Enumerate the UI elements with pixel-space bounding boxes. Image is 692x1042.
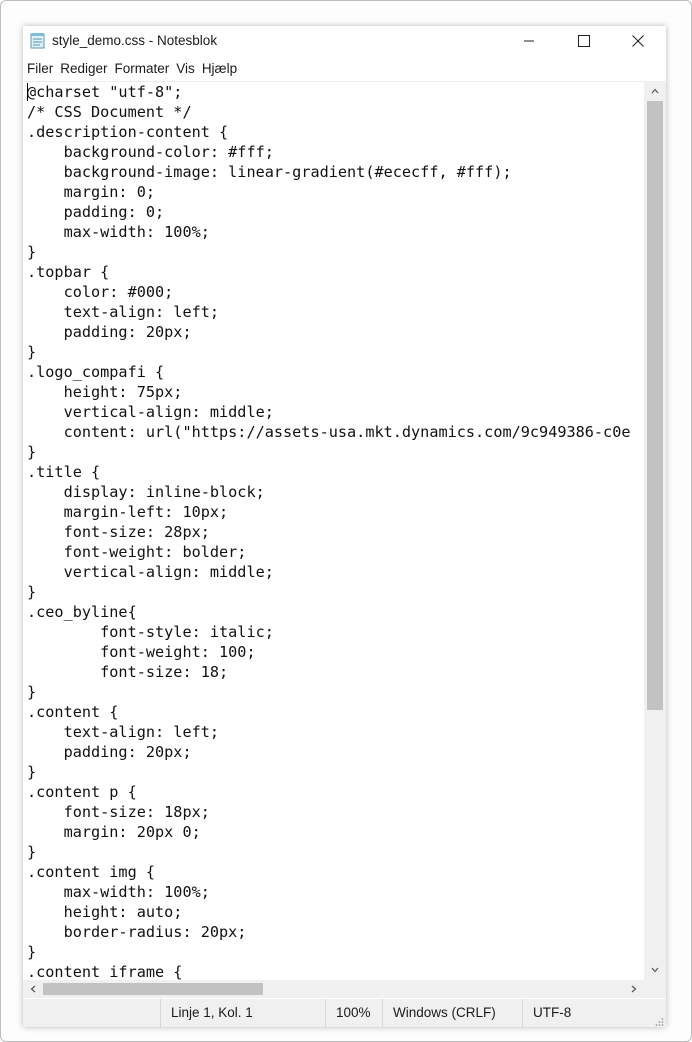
horizontal-scrollbar[interactable] [23, 980, 644, 998]
scroll-up-icon[interactable] [644, 82, 666, 100]
vertical-scrollbar[interactable] [644, 81, 666, 980]
window-title: style_demo.css - Notesblok [52, 33, 218, 48]
status-zoom: 100% [325, 999, 382, 1027]
scrollbar-corner [644, 980, 666, 998]
minimize-button[interactable] [506, 26, 552, 56]
maximize-icon [578, 32, 590, 51]
maximize-button[interactable] [561, 26, 607, 56]
menu-bar: Filer Rediger Formater Vis Hjælp [23, 59, 666, 79]
status-line-endings: Windows (CRLF) [382, 999, 513, 1027]
notepad-window: style_demo.css - Notesblok Filer Rediger [23, 26, 666, 1027]
menu-file[interactable]: Filer [23, 59, 56, 79]
close-icon [632, 32, 644, 51]
vertical-scroll-thumb[interactable] [647, 101, 663, 710]
screenshot-frame: style_demo.css - Notesblok Filer Rediger [0, 0, 692, 1042]
text-editor[interactable]: @charset "utf-8"; /* CSS Document */ .de… [23, 81, 644, 981]
title-bar[interactable]: style_demo.css - Notesblok [23, 26, 666, 56]
text-caret [27, 83, 28, 101]
status-bar: Linje 1, Kol. 1 100% Windows (CRLF) UTF-… [23, 999, 666, 1027]
minimize-icon [523, 32, 535, 51]
horizontal-scroll-thumb[interactable] [43, 983, 263, 995]
resize-grip-icon[interactable] [654, 1015, 664, 1026]
menu-edit[interactable]: Rediger [56, 59, 110, 79]
menu-help[interactable]: Hjælp [198, 59, 240, 79]
notepad-icon [30, 32, 46, 49]
menu-format[interactable]: Formater [111, 59, 173, 79]
scroll-down-icon[interactable] [644, 961, 666, 979]
status-cursor-position: Linje 1, Kol. 1 [160, 999, 325, 1027]
editor-content[interactable]: @charset "utf-8"; /* CSS Document */ .de… [23, 82, 644, 981]
menu-view[interactable]: Vis [172, 59, 198, 79]
close-button[interactable] [615, 26, 661, 56]
status-encoding: UTF-8 [522, 999, 643, 1027]
scroll-left-icon[interactable] [24, 980, 42, 998]
scroll-right-icon[interactable] [625, 980, 643, 998]
